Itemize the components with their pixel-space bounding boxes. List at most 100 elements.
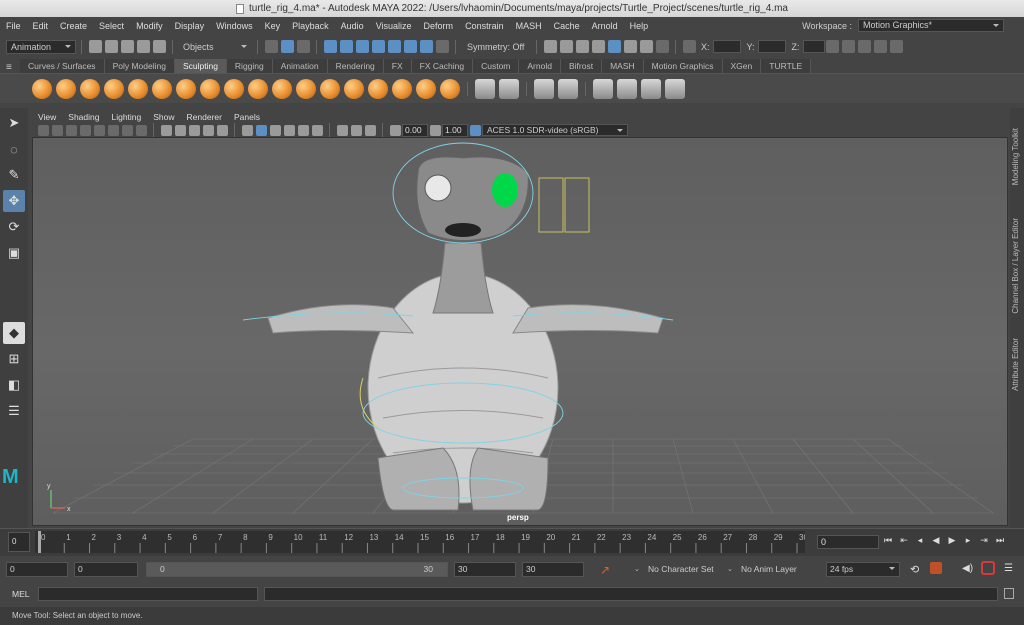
render-current-frame-icon[interactable] [543, 40, 557, 53]
menu-create[interactable]: Create [54, 21, 93, 31]
menu-help[interactable]: Help [624, 21, 655, 31]
foamy-brush-icon[interactable] [176, 78, 196, 99]
character-set-chevron-icon[interactable]: ⌄ [634, 565, 640, 573]
four-view-layout-icon[interactable]: ⊞ [3, 348, 25, 370]
menu-mash[interactable]: MASH [510, 21, 548, 31]
film-gate-icon[interactable] [107, 124, 119, 136]
playback-start-field[interactable]: 0 [74, 562, 138, 577]
play-backward-icon[interactable]: ◀ [931, 535, 941, 545]
motion-blur-icon[interactable] [311, 124, 323, 136]
tab-sculpting[interactable]: Sculpting [174, 59, 227, 73]
smooth-shade-icon[interactable] [174, 124, 186, 136]
persp-outliner-layout-icon[interactable]: ◧ [3, 374, 25, 396]
fps-dropdown[interactable]: 24 fps [826, 562, 900, 577]
menu-cache[interactable]: Cache [548, 21, 586, 31]
fill-brush-icon[interactable] [320, 78, 340, 99]
repeat-brush-icon[interactable] [224, 78, 244, 99]
undo-icon[interactable] [136, 40, 150, 53]
menu-modify[interactable]: Modify [130, 21, 169, 31]
redo-icon[interactable] [152, 40, 166, 53]
bulge-brush-icon[interactable] [392, 78, 412, 99]
color-management-icon[interactable] [469, 124, 481, 136]
snap-point-icon[interactable] [355, 40, 369, 53]
preferences-icon[interactable]: ☰ [1004, 563, 1013, 574]
move-tool-settings-icon[interactable] [682, 40, 696, 53]
flatten-brush-icon[interactable] [152, 78, 172, 99]
panel-menu-panels[interactable]: Panels [228, 112, 266, 122]
sound-icon[interactable]: ◀) [962, 563, 973, 574]
cache-playback-icon[interactable] [930, 562, 942, 574]
menu-playback[interactable]: Playback [286, 21, 335, 31]
lights-icon[interactable] [216, 124, 228, 136]
camera-attributes-icon[interactable] [51, 124, 63, 136]
outliner-icon[interactable] [890, 40, 904, 53]
hud-icon[interactable] [364, 124, 376, 136]
gate-mask-icon[interactable] [135, 124, 147, 136]
menu-audio[interactable]: Audio [335, 21, 370, 31]
wireframe-icon[interactable] [160, 124, 172, 136]
relax-brush-icon[interactable] [80, 78, 100, 99]
depth-of-field-icon[interactable] [350, 124, 362, 136]
tab-turtle[interactable]: TURTLE [761, 59, 812, 73]
paint-select-tool-icon[interactable]: ✎ [3, 164, 25, 186]
symmetry-dropdown[interactable]: Symmetry: Off [461, 42, 531, 52]
menuset-dropdown[interactable]: Animation [6, 39, 76, 54]
rotate-tool-icon[interactable]: ⟳ [3, 216, 25, 238]
z-field[interactable] [802, 40, 825, 53]
panel-menu-lighting[interactable]: Lighting [105, 112, 147, 122]
step-back-frame-icon[interactable]: ◂ [915, 535, 925, 545]
select-hierarchy-icon[interactable] [264, 40, 278, 53]
knife-brush-icon[interactable] [344, 78, 364, 99]
resolution-gate-icon[interactable] [121, 124, 133, 136]
textured-icon[interactable] [202, 124, 214, 136]
animation-preferences-icon[interactable] [981, 561, 995, 575]
x-field[interactable] [712, 40, 741, 53]
pinch-brush-icon[interactable] [128, 78, 148, 99]
smear-brush-icon[interactable] [368, 78, 388, 99]
attribute-editor-icon[interactable] [858, 40, 872, 53]
blend-shape-icon[interactable] [617, 78, 637, 99]
colorspace-dropdown[interactable]: ACES 1.0 SDR-video (sRGB) [482, 124, 628, 136]
isolate-select-icon[interactable] [241, 124, 253, 136]
move-tool-icon[interactable]: ✥ [3, 190, 25, 212]
input-output-icon[interactable] [435, 40, 449, 53]
image-plane-icon[interactable] [79, 124, 91, 136]
range-bar[interactable]: 0 30 [146, 562, 448, 577]
character-set-dropdown[interactable]: No Character Set [648, 564, 714, 574]
tab-poly-modeling[interactable]: Poly Modeling [104, 59, 175, 73]
anim-layer-dropdown[interactable]: No Anim Layer [741, 564, 797, 574]
arnold-settings-icon[interactable] [639, 40, 653, 53]
snap-grid-icon[interactable] [323, 40, 337, 53]
wrap-icon[interactable] [641, 78, 661, 99]
scrape-brush-icon[interactable] [296, 78, 316, 99]
anti-aliasing-icon[interactable] [336, 124, 348, 136]
menu-deform[interactable]: Deform [418, 21, 460, 31]
select-component-icon[interactable] [296, 40, 310, 53]
mirror-icon[interactable] [534, 78, 554, 99]
lasso-tool-icon[interactable]: ◌ [3, 138, 25, 160]
pause-icon[interactable] [655, 40, 669, 53]
symmetry-icon[interactable] [558, 78, 578, 99]
amplify-brush-icon[interactable] [416, 78, 436, 99]
new-scene-icon[interactable] [88, 40, 102, 53]
tab-rigging[interactable]: Rigging [226, 59, 273, 73]
menu-windows[interactable]: Windows [210, 21, 259, 31]
script-editor-icon[interactable] [1004, 588, 1014, 599]
go-to-start-icon[interactable]: ⏮ [883, 535, 893, 545]
select-object-icon[interactable] [280, 40, 294, 53]
menu-arnold[interactable]: Arnold [586, 21, 624, 31]
outliner-icon[interactable]: ☰ [3, 400, 25, 422]
step-forward-frame-icon[interactable]: ▸ [963, 535, 973, 545]
workspace-dropdown[interactable]: Motion Graphics* [858, 19, 1004, 32]
menu-select[interactable]: Select [93, 21, 130, 31]
ipr-render-icon[interactable] [559, 40, 573, 53]
tab-curves-surfaces[interactable]: Curves / Surfaces [20, 59, 105, 73]
panel-menu-renderer[interactable]: Renderer [181, 112, 228, 122]
menu-display[interactable]: Display [169, 21, 211, 31]
play-forward-icon[interactable]: ▶ [947, 535, 957, 545]
command-input[interactable] [38, 587, 258, 601]
shadows-icon[interactable] [283, 124, 295, 136]
current-frame-field[interactable]: 0 [817, 535, 879, 549]
toolkit-icon[interactable] [842, 40, 856, 53]
shelf-menu-icon[interactable]: ≡ [6, 62, 12, 73]
